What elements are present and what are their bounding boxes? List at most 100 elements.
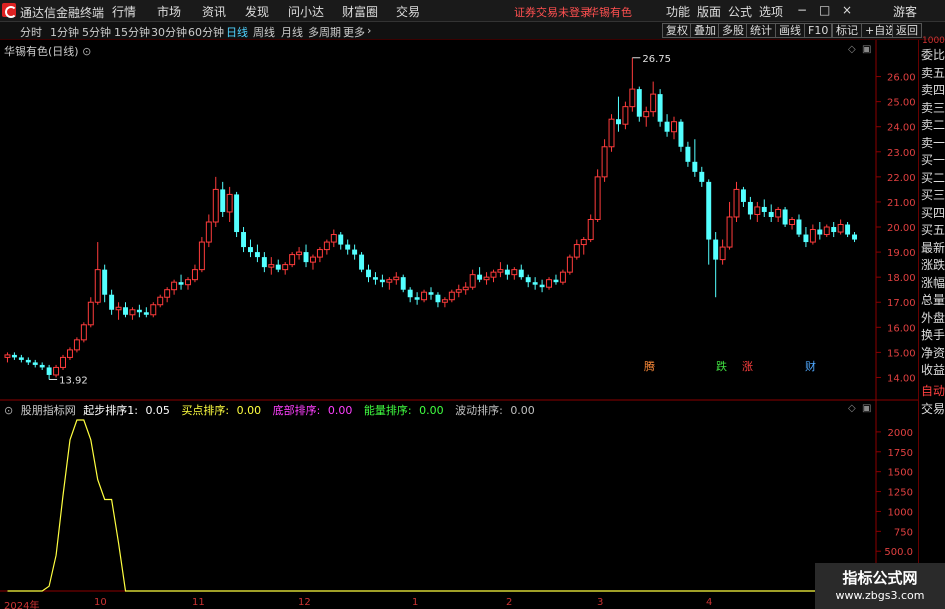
tongji-button[interactable]: 统计 xyxy=(746,23,776,38)
duogu-button[interactable]: 多股 xyxy=(718,23,748,38)
menu-caifuquan[interactable]: 财富圈 xyxy=(342,3,378,20)
tab-multi-period[interactable]: 多周期 xyxy=(308,24,341,40)
tab-30min[interactable]: 30分钟 xyxy=(151,24,187,40)
tab-weekly[interactable]: 周线 xyxy=(253,24,275,40)
sidebar-item-5[interactable]: 卖一 xyxy=(920,136,945,150)
candle xyxy=(102,264,108,303)
candle xyxy=(497,262,504,278)
indicator-dropdown-icon[interactable]: ⊙ xyxy=(4,404,13,417)
menu-shichang[interactable]: 市场 xyxy=(157,3,181,20)
title-dropdown-icon[interactable]: ⊙ xyxy=(82,45,91,58)
tab-monthly[interactable]: 月线 xyxy=(281,24,303,40)
candle xyxy=(393,272,400,285)
sidebar-item-1[interactable]: 卖五 xyxy=(920,66,945,80)
sub-diamond-icon[interactable]: ◇ xyxy=(848,403,856,414)
candle xyxy=(386,277,393,290)
menu-banmian[interactable]: 版面 xyxy=(697,3,721,20)
app-name: 通达信金融终端 xyxy=(20,6,105,20)
indicator-tick-label: 1250 xyxy=(888,488,913,499)
minimize-icon[interactable]: − xyxy=(797,3,807,17)
f10-button[interactable]: F10 xyxy=(804,23,833,38)
menu-zixun[interactable]: 资讯 xyxy=(202,3,226,20)
indicator-tick-label: 1000 xyxy=(888,507,913,518)
sidebar-item-15[interactable]: 外盘 xyxy=(920,311,945,325)
candle xyxy=(462,282,469,295)
sidebar-item-9[interactable]: 买四 xyxy=(920,206,945,220)
sidebar-auto[interactable]: 自动 xyxy=(920,384,945,398)
biaoji-button[interactable]: 标记 xyxy=(832,23,862,38)
sidebar-item-4[interactable]: 卖二 xyxy=(920,118,945,132)
sidebar-item-0[interactable]: 委比 xyxy=(920,48,945,62)
back-button[interactable]: 返回 xyxy=(892,23,922,38)
candle xyxy=(740,186,746,207)
indicator-name[interactable]: 股朋指标网 xyxy=(21,404,76,417)
more-chevron-icon[interactable]: › xyxy=(367,24,371,37)
menu-hangqing[interactable]: 行情 xyxy=(112,3,136,20)
sidebar-item-18[interactable]: 收益 xyxy=(920,363,945,377)
candle xyxy=(4,352,11,363)
sub-collapse-icon[interactable]: ▣ xyxy=(862,403,871,414)
collapse-icon[interactable]: ▣ xyxy=(862,44,871,55)
sidebar-item-3[interactable]: 卖三 xyxy=(920,101,945,115)
candle xyxy=(483,272,490,285)
chart-frame xyxy=(0,40,918,609)
huaxian-button[interactable]: 画线 xyxy=(775,23,805,38)
fuquan-button[interactable]: 复权 xyxy=(662,23,692,38)
sidebar-item-11[interactable]: 最新 xyxy=(920,241,945,255)
candle xyxy=(823,224,830,238)
tab-15min[interactable]: 15分钟 xyxy=(114,24,150,40)
maximize-icon[interactable]: □ xyxy=(819,3,830,17)
candle xyxy=(539,279,545,293)
candle xyxy=(129,307,136,320)
candle xyxy=(657,89,663,127)
trade-login-notice[interactable]: 证券交易未登录 xyxy=(514,4,591,20)
sidebar-item-14[interactable]: 总量 xyxy=(920,293,945,307)
menu-gongshi[interactable]: 公式 xyxy=(728,3,752,20)
tab-5min[interactable]: 5分钟 xyxy=(82,24,111,40)
candle xyxy=(241,227,247,253)
date-label-11: 11 xyxy=(192,597,205,608)
sidebar-item-8[interactable]: 买三 xyxy=(920,188,945,202)
tab-1min[interactable]: 1分钟 xyxy=(50,24,79,40)
menu-jiaoyi[interactable]: 交易 xyxy=(396,3,420,20)
menu-faxian[interactable]: 发现 xyxy=(245,3,269,20)
candle xyxy=(198,237,205,273)
candle xyxy=(282,262,289,275)
sidebar-item-12[interactable]: 涨跌 xyxy=(920,258,945,272)
menu-xuanxiang[interactable]: 选项 xyxy=(759,3,783,20)
user-guest[interactable]: 游客 xyxy=(893,3,917,20)
candle xyxy=(53,364,60,378)
current-stock-name: 华锡有色 xyxy=(588,6,632,19)
candle xyxy=(366,264,371,283)
tab-fenshi[interactable]: 分时 xyxy=(20,24,42,40)
sidebar-item-13[interactable]: 涨幅 xyxy=(920,276,945,290)
candle xyxy=(775,206,782,222)
period-toolbar: 分时 1分钟 5分钟 15分钟 30分钟 60分钟 日线 周线 月线 多周期 更… xyxy=(0,22,945,40)
tab-daily[interactable]: 日线 xyxy=(226,24,248,40)
sidebar-item-16[interactable]: 换手 xyxy=(920,328,945,342)
candle xyxy=(11,352,17,360)
kline-chart[interactable]: 26.00 25.00 24.00 23.00 22.00 21.00 20.00 19.00… xyxy=(0,40,918,609)
close-icon[interactable]: × xyxy=(842,3,852,17)
candle xyxy=(789,216,796,230)
sidebar-item-7[interactable]: 买二 xyxy=(920,171,945,185)
high-price-label: 26.75 xyxy=(642,54,671,65)
candle xyxy=(796,214,802,238)
candle xyxy=(268,257,275,275)
sidebar-item-2[interactable]: 卖四 xyxy=(920,83,945,97)
tab-more[interactable]: 更多 xyxy=(343,24,365,40)
diejia-button[interactable]: 叠加 xyxy=(690,23,720,38)
sidebar-item-6[interactable]: 买一 xyxy=(920,153,945,167)
menu-gongneng[interactable]: 功能 xyxy=(666,3,690,20)
indicator-title: ⊙ 股朋指标网 起步排序1: 0.05 买点排序: 0.00 底部排序: 0.0… xyxy=(4,402,543,418)
candle xyxy=(831,222,837,238)
tab-60min[interactable]: 60分钟 xyxy=(188,24,224,40)
candle xyxy=(664,114,670,137)
sidebar-item-10[interactable]: 买五 xyxy=(920,223,945,237)
sidebar-item-17[interactable]: 净资 xyxy=(920,346,945,360)
candle xyxy=(587,214,594,243)
sidebar-trade[interactable]: 交易 xyxy=(920,402,945,416)
candle xyxy=(94,242,101,305)
menu-wenxiaoda[interactable]: 问小达 xyxy=(288,3,324,20)
diamond-icon[interactable]: ◇ xyxy=(848,44,856,55)
